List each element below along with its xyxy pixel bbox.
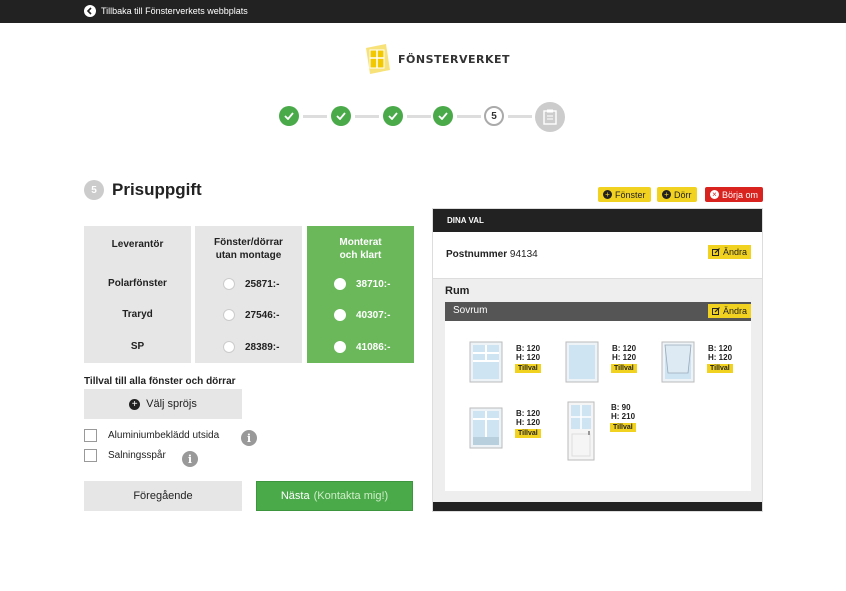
logo-text: FÖNSTERVERKET bbox=[398, 52, 511, 66]
room-bar: Sovrum Ändra bbox=[445, 302, 752, 321]
tillval-badge[interactable]: Tillval bbox=[611, 364, 637, 373]
step-2-done bbox=[331, 106, 351, 126]
progress-steps: 5 bbox=[279, 102, 579, 132]
radio-button[interactable] bbox=[334, 341, 346, 353]
radio-button[interactable] bbox=[223, 341, 235, 353]
edit-icon bbox=[712, 307, 720, 315]
window-icon bbox=[565, 341, 599, 383]
postnummer-row: Postnummer 94134 Ändra bbox=[433, 232, 762, 279]
back-link-label: Tillbaka till Fönsterverkets webbplats bbox=[101, 6, 248, 16]
window-icon bbox=[469, 407, 503, 449]
add-window-button[interactable]: + Fönster bbox=[598, 187, 651, 202]
window-icon bbox=[469, 341, 503, 383]
step-3-done bbox=[383, 106, 403, 126]
postnummer: Postnummer 94134 bbox=[446, 249, 538, 260]
supplier-column: Leverantör Polarfönster Traryd SP bbox=[84, 226, 191, 363]
edit-postnummer-button[interactable]: Ändra bbox=[708, 245, 752, 259]
door-item[interactable] bbox=[567, 401, 595, 461]
panel-header: DINA VAL bbox=[433, 209, 762, 232]
price-option[interactable]: 28389:- bbox=[195, 341, 302, 353]
salning-checkbox[interactable] bbox=[84, 449, 97, 462]
item-dimensions: B: 120 H: 120 bbox=[516, 409, 541, 427]
step-summary bbox=[535, 102, 565, 132]
plus-circle-icon: + bbox=[129, 398, 141, 410]
window-logo-icon bbox=[364, 44, 392, 74]
clipboard-icon bbox=[543, 109, 557, 125]
step-1-done bbox=[279, 106, 299, 126]
salning-label: Salningsspår bbox=[108, 450, 166, 461]
check-icon bbox=[336, 112, 346, 120]
price-option[interactable]: 41086:- bbox=[307, 341, 414, 353]
item-dimensions: B: 120 H: 120 bbox=[612, 344, 637, 362]
top-bar: Tillbaka till Fönsterverkets webbplats bbox=[0, 0, 846, 23]
step-4-done bbox=[433, 106, 453, 126]
add-door-button[interactable]: + Dörr bbox=[657, 187, 697, 202]
options-label: Tillval till alla fönster och dörrar bbox=[84, 376, 236, 387]
price-mounted-column: Monterat och klart 38710:- 40307:- 41086… bbox=[307, 226, 414, 363]
price-plain-header: Fönster/dörrar utan montage bbox=[214, 237, 283, 261]
tillval-badge[interactable]: Tillval bbox=[515, 429, 541, 438]
start-over-button[interactable]: × Börja om bbox=[705, 187, 764, 202]
item-dimensions: B: 120 H: 120 bbox=[708, 344, 733, 362]
check-icon bbox=[284, 112, 294, 120]
next-button[interactable]: Nästa (Kontakta mig!) bbox=[256, 481, 413, 511]
radio-button[interactable] bbox=[223, 309, 235, 321]
door-icon bbox=[567, 401, 595, 461]
price-option[interactable]: 40307:- bbox=[307, 309, 414, 321]
room-name: Sovrum bbox=[453, 305, 488, 316]
price-option[interactable]: 25871:- bbox=[195, 278, 302, 290]
page-heading: Prisuppgift bbox=[112, 180, 202, 199]
radio-button[interactable] bbox=[334, 278, 346, 290]
price-option[interactable]: 38710:- bbox=[307, 278, 414, 290]
plus-icon: + bbox=[662, 190, 671, 199]
price-option[interactable]: 27546:- bbox=[195, 309, 302, 321]
tillval-badge[interactable]: Tillval bbox=[515, 364, 541, 373]
edit-icon bbox=[712, 248, 720, 256]
aluminium-label: Aluminiumbeklädd utsida bbox=[108, 430, 220, 441]
summary-panel: DINA VAL Postnummer 94134 Ändra Rum Sovr… bbox=[432, 208, 763, 512]
item-dimensions: B: 120 H: 120 bbox=[516, 344, 541, 362]
aluminium-checkbox[interactable] bbox=[84, 429, 97, 442]
supplier-name: Traryd bbox=[122, 309, 153, 320]
tillval-badge[interactable]: Tillval bbox=[610, 423, 636, 432]
check-icon bbox=[438, 112, 448, 120]
window-item[interactable] bbox=[469, 407, 503, 449]
radio-button[interactable] bbox=[334, 309, 346, 321]
info-icon[interactable]: i bbox=[182, 451, 198, 467]
tillval-badge[interactable]: Tillval bbox=[707, 364, 733, 373]
radio-button[interactable] bbox=[223, 278, 235, 290]
room-section-label: Rum bbox=[445, 285, 470, 297]
check-icon bbox=[388, 112, 398, 120]
edit-room-button[interactable]: Ändra bbox=[708, 304, 752, 318]
info-icon[interactable]: i bbox=[241, 430, 257, 446]
page-title: 5 Prisuppgift bbox=[84, 180, 202, 200]
step-5-current: 5 bbox=[484, 106, 504, 126]
supplier-name: Polarfönster bbox=[108, 278, 167, 289]
previous-button[interactable]: Föregående bbox=[84, 481, 242, 511]
close-icon: × bbox=[710, 190, 719, 199]
plus-icon: + bbox=[603, 190, 612, 199]
step-number-badge: 5 bbox=[84, 180, 104, 200]
price-mounted-header: Monterat och klart bbox=[339, 237, 382, 261]
arrow-left-icon bbox=[84, 5, 96, 17]
supplier-name: SP bbox=[130, 341, 145, 352]
item-dimensions: B: 90 H: 210 bbox=[611, 403, 636, 421]
supplier-header: Leverantör bbox=[111, 239, 164, 250]
choose-sprojs-button[interactable]: + Välj spröjs bbox=[84, 389, 242, 419]
window-item[interactable] bbox=[565, 341, 599, 383]
window-item[interactable] bbox=[661, 341, 695, 383]
price-plain-column: Fönster/dörrar utan montage 25871:- 2754… bbox=[195, 226, 302, 363]
logo[interactable]: FÖNSTERVERKET bbox=[364, 44, 510, 74]
window-item[interactable] bbox=[469, 341, 503, 383]
back-link[interactable]: Tillbaka till Fönsterverkets webbplats bbox=[84, 5, 248, 17]
items-area: B: 120 H: 120 Tillval B: 120 H: 120 Till… bbox=[445, 321, 751, 491]
window-icon bbox=[661, 341, 695, 383]
